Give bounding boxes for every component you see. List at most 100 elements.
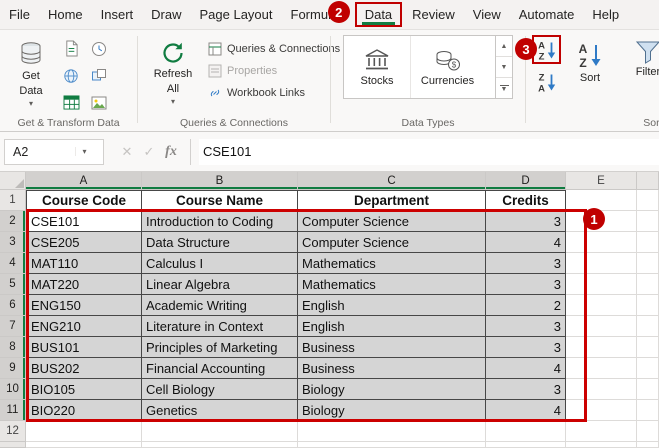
cell-a3[interactable]: CSE205 <box>26 232 142 253</box>
tab-help[interactable]: Help <box>583 2 628 27</box>
cell-a2-active[interactable]: CSE101 <box>26 211 142 232</box>
cell-d7[interactable]: 3 <box>486 316 566 337</box>
cell-f11[interactable] <box>637 400 659 421</box>
column-header-e[interactable]: E <box>566 172 637 190</box>
name-box-input[interactable] <box>5 144 75 159</box>
cell-d12[interactable] <box>486 421 566 442</box>
cell-b3[interactable]: Data Structure <box>142 232 298 253</box>
cell-d10[interactable]: 3 <box>486 379 566 400</box>
cell-f6[interactable] <box>637 295 659 316</box>
cell-b9[interactable]: Financial Accounting <box>142 358 298 379</box>
cell-b4[interactable]: Calculus I <box>142 253 298 274</box>
cell-d4[interactable]: 3 <box>486 253 566 274</box>
cell-c1[interactable]: Department <box>298 190 486 211</box>
cell-a7[interactable]: ENG210 <box>26 316 142 337</box>
cell-b2[interactable]: Introduction to Coding <box>142 211 298 232</box>
column-header-f[interactable] <box>637 172 659 190</box>
cell-b8[interactable]: Principles of Marketing <box>142 337 298 358</box>
cell-e9[interactable] <box>566 358 637 379</box>
name-box-caret-icon[interactable]: ▾ <box>75 147 93 156</box>
cell-d9[interactable]: 4 <box>486 358 566 379</box>
row-header-7[interactable]: 7 <box>0 316 26 337</box>
select-all-corner[interactable] <box>0 172 26 190</box>
tab-view[interactable]: View <box>464 2 510 27</box>
cell-e12[interactable] <box>566 421 637 442</box>
tab-home[interactable]: Home <box>39 2 92 27</box>
cell-a13[interactable] <box>26 442 142 448</box>
row-header-13[interactable] <box>0 442 26 448</box>
cell-a5[interactable]: MAT220 <box>26 274 142 295</box>
cell-d1[interactable]: Credits <box>486 190 566 211</box>
cell-e4[interactable] <box>566 253 637 274</box>
sort-descending-button[interactable]: ZA <box>535 70 559 94</box>
cancel-entry-icon[interactable]: ✕ <box>116 144 138 160</box>
from-table-range-button[interactable] <box>58 90 84 115</box>
cell-a1[interactable]: Course Code <box>26 190 142 211</box>
cell-d5[interactable]: 3 <box>486 274 566 295</box>
cell-f10[interactable] <box>637 379 659 400</box>
tab-data[interactable]: Data 2 <box>327 1 403 27</box>
refresh-all-button[interactable]: Refresh All ▾ <box>146 33 200 125</box>
cell-d8[interactable]: 3 <box>486 337 566 358</box>
get-data-button[interactable]: Get Data ▾ <box>4 33 58 125</box>
cell-e5[interactable] <box>566 274 637 295</box>
cell-c4[interactable]: Mathematics <box>298 253 486 274</box>
cell-f9[interactable] <box>637 358 659 379</box>
cell-e6[interactable] <box>566 295 637 316</box>
row-header-1[interactable]: 1 <box>0 190 26 211</box>
cell-d6[interactable]: 2 <box>486 295 566 316</box>
row-header-3[interactable]: 3 <box>0 232 26 253</box>
cell-a10[interactable]: BIO105 <box>26 379 142 400</box>
column-header-c[interactable]: C <box>298 172 486 190</box>
sort-button[interactable]: AZ Sort <box>566 33 614 125</box>
column-header-a[interactable]: A <box>26 172 142 190</box>
row-header-2[interactable]: 2 <box>0 211 26 232</box>
cell-c13[interactable] <box>298 442 486 448</box>
from-picture-button[interactable] <box>86 90 112 115</box>
filter-button[interactable]: Filter <box>620 33 659 125</box>
gallery-more-icon[interactable]: ▼ <box>496 77 512 98</box>
cell-c7[interactable]: English <box>298 316 486 337</box>
cell-a8[interactable]: BUS101 <box>26 337 142 358</box>
queries-connections-button[interactable]: Queries & Connections <box>204 38 344 60</box>
cell-a9[interactable]: BUS202 <box>26 358 142 379</box>
row-header-9[interactable]: 9 <box>0 358 26 379</box>
cell-c3[interactable]: Computer Science <box>298 232 486 253</box>
from-web-button[interactable] <box>58 63 84 88</box>
formula-field[interactable] <box>199 138 659 165</box>
row-header-8[interactable]: 8 <box>0 337 26 358</box>
row-header-6[interactable]: 6 <box>0 295 26 316</box>
cell-c9[interactable]: Business <box>298 358 486 379</box>
tab-page-layout[interactable]: Page Layout <box>191 2 282 27</box>
row-header-10[interactable]: 10 <box>0 379 26 400</box>
cell-e1[interactable] <box>566 190 637 211</box>
cell-b13[interactable] <box>142 442 298 448</box>
gallery-scroll-up-icon[interactable]: ▲ <box>496 36 512 56</box>
cell-e11[interactable] <box>566 400 637 421</box>
cell-e7[interactable] <box>566 316 637 337</box>
cell-a4[interactable]: MAT110 <box>26 253 142 274</box>
tab-automate[interactable]: Automate <box>510 2 584 27</box>
cell-c12[interactable] <box>298 421 486 442</box>
cell-d3[interactable]: 4 <box>486 232 566 253</box>
cell-f13[interactable] <box>637 442 659 448</box>
cell-c5[interactable]: Mathematics <box>298 274 486 295</box>
column-header-d[interactable]: D <box>486 172 566 190</box>
cell-f1[interactable] <box>637 190 659 211</box>
cell-d11[interactable]: 4 <box>486 400 566 421</box>
cell-b7[interactable]: Literature in Context <box>142 316 298 337</box>
cell-f3[interactable] <box>637 232 659 253</box>
sort-ascending-button[interactable]: AZ 3 <box>515 35 561 64</box>
stocks-button[interactable]: Stocks <box>344 36 410 98</box>
column-header-b[interactable]: B <box>142 172 298 190</box>
cell-a6[interactable]: ENG150 <box>26 295 142 316</box>
confirm-entry-icon[interactable]: ✓ <box>138 144 160 160</box>
row-header-4[interactable]: 4 <box>0 253 26 274</box>
cell-e3[interactable] <box>566 232 637 253</box>
cell-b11[interactable]: Genetics <box>142 400 298 421</box>
row-header-12[interactable]: 12 <box>0 421 26 442</box>
cell-f8[interactable] <box>637 337 659 358</box>
cell-e10[interactable] <box>566 379 637 400</box>
cell-f5[interactable] <box>637 274 659 295</box>
tab-review[interactable]: Review <box>403 2 464 27</box>
